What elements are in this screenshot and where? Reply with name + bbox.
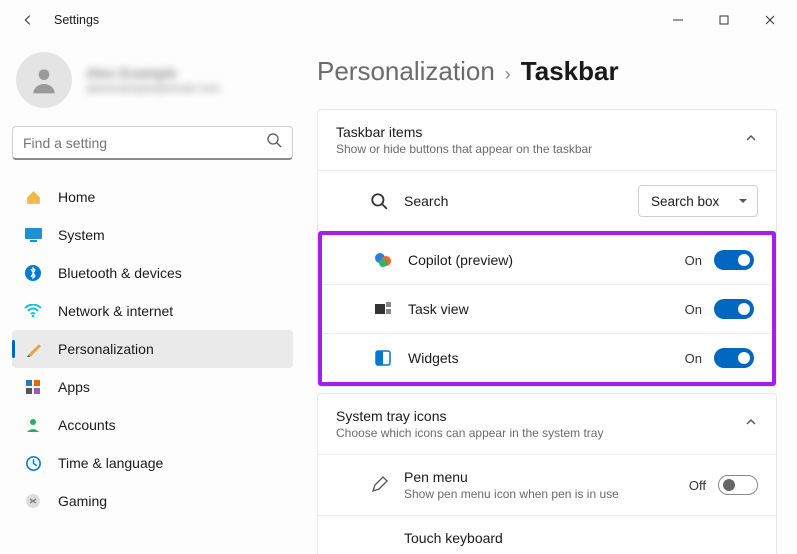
nav-system[interactable]: System [12, 216, 293, 254]
search-input[interactable] [23, 135, 266, 151]
avatar [16, 52, 72, 108]
nav-label: Home [58, 189, 95, 205]
page-title: Taskbar [521, 56, 619, 87]
nav-label: Time & language [58, 455, 163, 471]
system-tray-card: System tray icons Choose which icons can… [317, 393, 777, 554]
row-label: Widgets [408, 350, 685, 366]
nav-bluetooth[interactable]: Bluetooth & devices [12, 254, 293, 292]
nav-label: Apps [58, 379, 90, 395]
gaming-icon [24, 492, 42, 510]
pen-icon [366, 476, 392, 494]
nav-label: Network & internet [58, 303, 173, 319]
nav-time[interactable]: Time & language [12, 444, 293, 482]
bluetooth-icon [24, 264, 42, 282]
taskbar-items-card: Taskbar items Show or hide buttons that … [317, 109, 777, 387]
row-label: Task view [408, 301, 685, 317]
paintbrush-icon [24, 340, 42, 358]
taskview-toggle[interactable] [714, 299, 754, 319]
row-label: Copilot (preview) [408, 252, 685, 268]
touch-keyboard-row: Touch keyboard [318, 515, 776, 554]
breadcrumb-parent[interactable]: Personalization [317, 56, 495, 87]
toggle-state: Off [689, 478, 706, 493]
nav-home[interactable]: Home [12, 178, 293, 216]
system-tray-header[interactable]: System tray icons Choose which icons can… [318, 394, 776, 454]
user-name: Alex Example [86, 65, 220, 81]
search-row: Search Search box [318, 170, 776, 231]
row-label: Touch keyboard [404, 530, 758, 546]
accounts-icon [24, 416, 42, 434]
user-profile[interactable]: Alex Example alexexample@email.com [16, 52, 289, 108]
nav-label: Gaming [58, 493, 107, 509]
nav-network[interactable]: Network & internet [12, 292, 293, 330]
taskview-icon [370, 302, 396, 316]
chevron-up-icon [744, 415, 758, 434]
widgets-row: Widgets On [322, 333, 772, 382]
taskbar-items-header[interactable]: Taskbar items Show or hide buttons that … [318, 110, 776, 170]
chevron-right-icon: › [505, 64, 511, 85]
minimize-button[interactable] [655, 4, 701, 36]
close-button[interactable] [747, 4, 793, 36]
user-email: alexexample@email.com [86, 81, 220, 95]
chevron-up-icon [744, 131, 758, 150]
widgets-toggle[interactable] [714, 348, 754, 368]
nav-label: System [58, 227, 105, 243]
pen-menu-toggle[interactable] [718, 475, 758, 495]
home-icon [24, 188, 42, 206]
section-subtitle: Choose which icons can appear in the sys… [336, 426, 744, 440]
system-icon [24, 226, 42, 244]
breadcrumb: Personalization › Taskbar [317, 56, 777, 87]
search-input-container[interactable] [12, 126, 293, 160]
row-subtitle: Show pen menu icon when pen is in use [404, 487, 689, 501]
nav-label: Personalization [58, 341, 154, 357]
nav-label: Bluetooth & devices [58, 265, 182, 281]
toggle-state: On [685, 253, 702, 268]
taskview-row: Task view On [322, 284, 772, 333]
nav-label: Accounts [58, 417, 116, 433]
copilot-toggle[interactable] [714, 250, 754, 270]
section-title: System tray icons [336, 408, 744, 424]
search-icon [366, 192, 392, 210]
apps-icon [24, 378, 42, 396]
clock-icon [24, 454, 42, 472]
copilot-icon [370, 251, 396, 269]
window-title: Settings [54, 13, 655, 27]
widgets-icon [370, 350, 396, 366]
copilot-row: Copilot (preview) On [322, 235, 772, 284]
search-icon [266, 132, 282, 153]
wifi-icon [24, 302, 42, 320]
nav-gaming[interactable]: Gaming [12, 482, 293, 520]
maximize-button[interactable] [701, 4, 747, 36]
annotation-highlight: Copilot (preview) On Task view On Widget… [318, 231, 776, 386]
nav-apps[interactable]: Apps [12, 368, 293, 406]
pen-menu-row: Pen menu Show pen menu icon when pen is … [318, 454, 776, 515]
section-subtitle: Show or hide buttons that appear on the … [336, 142, 744, 156]
section-title: Taskbar items [336, 124, 744, 140]
search-mode-dropdown[interactable]: Search box [638, 185, 758, 217]
row-label: Pen menu [404, 469, 689, 485]
row-label: Search [404, 193, 638, 209]
dropdown-value: Search box [651, 194, 719, 209]
nav-accounts[interactable]: Accounts [12, 406, 293, 444]
toggle-state: On [685, 351, 702, 366]
toggle-state: On [685, 302, 702, 317]
back-button[interactable] [18, 13, 38, 27]
nav-personalization[interactable]: Personalization [12, 330, 293, 368]
